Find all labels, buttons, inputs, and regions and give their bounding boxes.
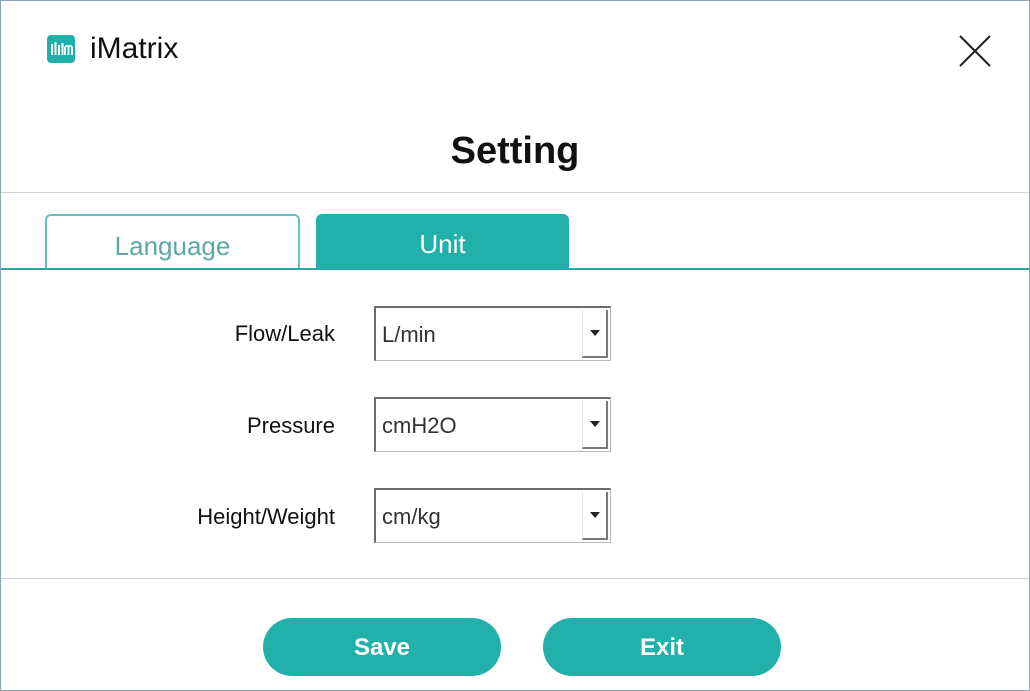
chevron-down-icon bbox=[590, 421, 600, 427]
close-button[interactable] bbox=[951, 31, 997, 71]
app-title: iMatrix bbox=[90, 32, 179, 65]
pressure-select[interactable]: cmH2O bbox=[374, 397, 611, 452]
height-weight-label: Height/Weight bbox=[197, 504, 335, 529]
page-title: Setting bbox=[450, 130, 580, 172]
save-button[interactable]: Save bbox=[263, 618, 501, 676]
pressure-value: cmH2O bbox=[382, 413, 457, 438]
chevron-down-icon bbox=[590, 512, 600, 518]
close-icon bbox=[959, 35, 991, 67]
divider bbox=[1, 578, 1029, 579]
exit-button[interactable]: Exit bbox=[543, 618, 781, 676]
settings-dialog: iMatrix Setting Language Unit Flow/Leak … bbox=[0, 0, 1030, 691]
tab-unit[interactable]: Unit bbox=[316, 214, 569, 270]
dropdown-button[interactable] bbox=[582, 492, 608, 540]
dropdown-button[interactable] bbox=[582, 401, 608, 449]
pressure-label: Pressure bbox=[246, 413, 335, 438]
equalizer-bars-icon bbox=[47, 35, 75, 63]
dropdown-button[interactable] bbox=[582, 310, 608, 358]
height-weight-value: cm/kg bbox=[382, 504, 441, 529]
flow-leak-select[interactable]: L/min bbox=[374, 306, 611, 361]
tab-underline bbox=[1, 268, 1029, 270]
tab-language[interactable]: Language bbox=[45, 214, 300, 270]
height-weight-select[interactable]: cm/kg bbox=[374, 488, 611, 543]
flow-leak-value: L/min bbox=[382, 322, 436, 347]
divider bbox=[1, 192, 1029, 193]
chevron-down-icon bbox=[590, 330, 600, 336]
title-bar: iMatrix bbox=[1, 1, 1029, 97]
flow-leak-label: Flow/Leak bbox=[234, 321, 335, 346]
